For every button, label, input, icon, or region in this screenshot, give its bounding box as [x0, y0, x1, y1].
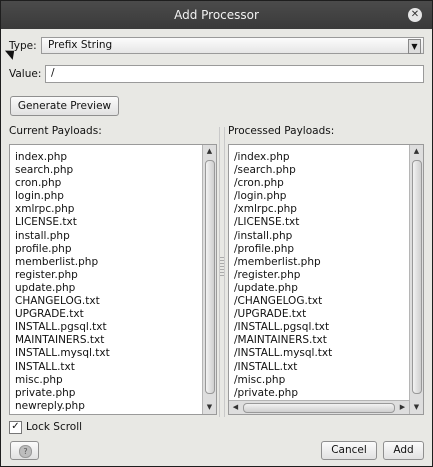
- list-item[interactable]: CHANGELOG.txt: [15, 295, 110, 308]
- list-item[interactable]: xmlrpc.php: [15, 203, 110, 216]
- list-item[interactable]: misc.php: [15, 374, 110, 387]
- list-item[interactable]: /memberlist.php: [234, 256, 332, 269]
- list-item[interactable]: newthread.php: [15, 413, 110, 414]
- list-item[interactable]: newreply.php: [15, 400, 110, 413]
- list-item[interactable]: cron.php: [15, 177, 110, 190]
- processed-payloads-list[interactable]: /index.php/search.php/cron.php/login.php…: [228, 144, 424, 415]
- close-icon[interactable]: ✕: [408, 8, 422, 22]
- cancel-button[interactable]: Cancel: [321, 441, 377, 460]
- list-item[interactable]: /LICENSE.txt: [234, 216, 332, 229]
- scroll-left-icon[interactable]: ◀: [229, 401, 242, 414]
- list-item[interactable]: INSTALL.mysql.txt: [15, 347, 110, 360]
- processed-vertical-scrollbar[interactable]: ▲ ▼: [409, 145, 423, 414]
- scroll-down-icon[interactable]: ▼: [410, 401, 423, 414]
- list-item[interactable]: update.php: [15, 282, 110, 295]
- list-item[interactable]: /update.php: [234, 282, 332, 295]
- scroll-thumb[interactable]: [205, 160, 215, 394]
- list-item[interactable]: /profile.php: [234, 243, 332, 256]
- lock-scroll-checkbox[interactable]: ✓: [9, 421, 22, 434]
- list-item[interactable]: register.php: [15, 269, 110, 282]
- list-item[interactable]: install.php: [15, 230, 110, 243]
- list-item[interactable]: MAINTAINERS.txt: [15, 334, 110, 347]
- list-item[interactable]: /xmlrpc.php: [234, 203, 332, 216]
- list-item[interactable]: /CHANGELOG.txt: [234, 295, 332, 308]
- processed-items: /index.php/search.php/cron.php/login.php…: [234, 151, 332, 413]
- list-item[interactable]: profile.php: [15, 243, 110, 256]
- list-item[interactable]: /private.php: [234, 387, 332, 400]
- processed-horizontal-scrollbar[interactable]: ◀ ▶: [229, 400, 409, 414]
- list-item[interactable]: search.php: [15, 164, 110, 177]
- add-processor-dialog: Add Processor ✕ Type: Prefix String ▼ Va…: [0, 0, 433, 467]
- list-item[interactable]: /MAINTAINERS.txt: [234, 334, 332, 347]
- add-button[interactable]: Add: [383, 441, 424, 460]
- list-item[interactable]: private.php: [15, 387, 110, 400]
- scroll-thumb[interactable]: [412, 160, 422, 394]
- chevron-down-icon[interactable]: ▼: [408, 39, 421, 54]
- list-item[interactable]: /login.php: [234, 190, 332, 203]
- list-item[interactable]: /cron.php: [234, 177, 332, 190]
- list-item[interactable]: INSTALL.pgsql.txt: [15, 321, 110, 334]
- scroll-up-icon[interactable]: ▲: [203, 145, 216, 158]
- list-item[interactable]: LICENSE.txt: [15, 216, 110, 229]
- list-item[interactable]: INSTALL.txt: [15, 361, 110, 374]
- list-item[interactable]: UPGRADE.txt: [15, 308, 110, 321]
- list-item[interactable]: /index.php: [234, 151, 332, 164]
- generate-preview-button[interactable]: Generate Preview: [10, 96, 119, 116]
- scroll-thumb[interactable]: [243, 403, 395, 413]
- list-item[interactable]: /misc.php: [234, 374, 332, 387]
- list-item[interactable]: index.php: [15, 151, 110, 164]
- current-payloads-label: Current Payloads:: [9, 125, 102, 137]
- lock-scroll-label: Lock Scroll: [26, 421, 83, 433]
- list-item[interactable]: /INSTALL.txt: [234, 361, 332, 374]
- dialog-title: Add Processor: [174, 8, 259, 22]
- scroll-down-icon[interactable]: ▼: [203, 401, 216, 414]
- list-item[interactable]: /install.php: [234, 230, 332, 243]
- split-pane-divider[interactable]: [219, 127, 225, 417]
- list-item[interactable]: memberlist.php: [15, 256, 110, 269]
- scroll-right-icon[interactable]: ▶: [396, 401, 409, 414]
- list-item[interactable]: /search.php: [234, 164, 332, 177]
- list-item[interactable]: /UPGRADE.txt: [234, 308, 332, 321]
- list-item[interactable]: /INSTALL.mysql.txt: [234, 347, 332, 360]
- current-items: index.php search.php cron.php login.php xmlr…: [15, 151, 110, 414]
- value-input[interactable]: /: [45, 65, 424, 83]
- type-selected-value: Prefix String: [48, 39, 113, 51]
- divider-grip[interactable]: [220, 257, 224, 277]
- current-vertical-scrollbar[interactable]: ▲ ▼: [202, 145, 216, 414]
- list-item[interactable]: /INSTALL.pgsql.txt: [234, 321, 332, 334]
- help-button[interactable]: ?: [10, 441, 39, 460]
- current-payloads-list[interactable]: index.php search.php cron.php login.php xmlr…: [9, 144, 217, 415]
- list-item[interactable]: /register.php: [234, 269, 332, 282]
- scroll-up-icon[interactable]: ▲: [410, 145, 423, 158]
- processed-payloads-label: Processed Payloads:: [228, 125, 335, 137]
- type-select[interactable]: Prefix String ▼: [41, 37, 424, 54]
- help-icon: ?: [19, 445, 32, 458]
- title-bar: Add Processor ✕: [1, 1, 432, 29]
- list-item[interactable]: login.php: [15, 190, 110, 203]
- value-label: Value:: [9, 68, 42, 80]
